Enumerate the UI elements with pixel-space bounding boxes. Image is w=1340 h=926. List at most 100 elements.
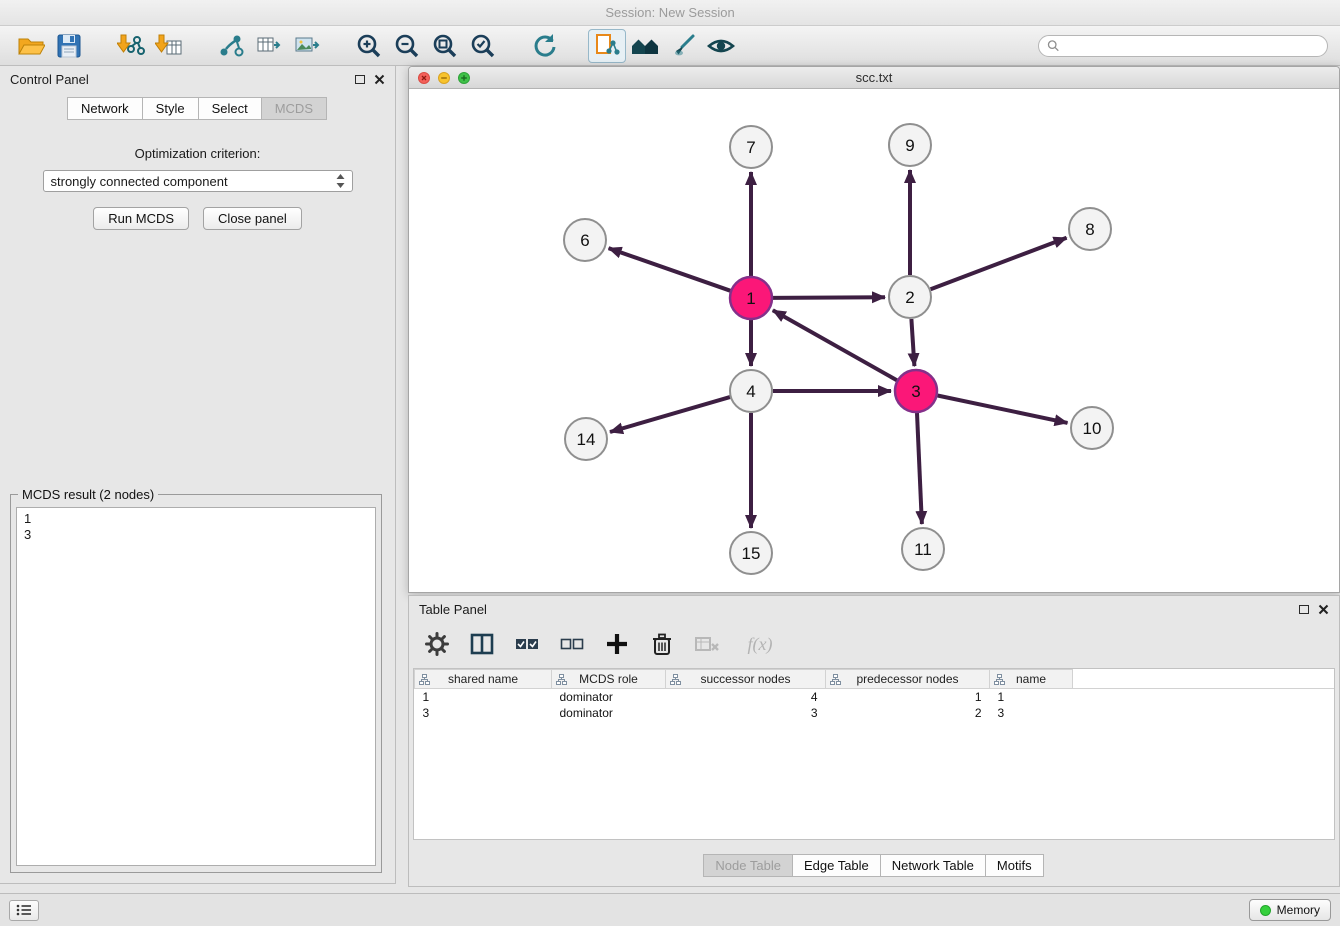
graph-node-6[interactable]: 6 xyxy=(564,219,606,261)
apply-function-button[interactable]: f(x) xyxy=(738,630,782,658)
column-header-predecessor-nodes[interactable]: predecessor nodes xyxy=(826,670,990,689)
table-panel-tab-node-table[interactable]: Node Table xyxy=(703,854,793,877)
import-table-button[interactable] xyxy=(150,29,188,63)
import-table-icon xyxy=(155,32,183,60)
open-session-button[interactable] xyxy=(12,29,50,63)
zoom-selected-button[interactable] xyxy=(464,29,502,63)
cell-name[interactable]: 1 xyxy=(990,689,1073,706)
sort-icon xyxy=(994,674,1005,685)
delete-table-button[interactable] xyxy=(693,630,721,658)
network-window-titlebar[interactable]: scc.txt xyxy=(409,67,1339,89)
import-network-icon xyxy=(117,32,145,60)
home-button[interactable] xyxy=(626,29,664,63)
control-panel-tab-style[interactable]: Style xyxy=(142,97,199,120)
graph-edge-2-3[interactable] xyxy=(911,319,914,366)
close-table-panel-icon[interactable] xyxy=(1318,604,1329,615)
network-graph[interactable]: 1 2 3 4 6 7 8 9 10 11 14 15 xyxy=(409,89,1339,592)
table-panel-header: Table Panel xyxy=(409,596,1339,622)
table-panel-tab-network-table[interactable]: Network Table xyxy=(880,854,986,877)
control-panel-header: Control Panel xyxy=(0,66,395,92)
task-history-button[interactable] xyxy=(9,900,39,921)
graph-edge-2-8[interactable] xyxy=(931,238,1067,289)
home-icon xyxy=(630,33,660,59)
graph-node-7[interactable]: 7 xyxy=(730,126,772,168)
cell-predecessor-nodes[interactable]: 1 xyxy=(826,689,990,706)
search-input[interactable] xyxy=(1064,38,1319,53)
mcds-result-list[interactable]: 13 xyxy=(16,507,376,866)
control-panel-tab-network[interactable]: Network xyxy=(67,97,143,120)
search-field[interactable] xyxy=(1038,35,1328,57)
export-image-button[interactable] xyxy=(288,29,326,63)
table-settings-button[interactable] xyxy=(423,630,451,658)
maximize-window-icon[interactable] xyxy=(458,72,470,84)
graph-edge-3-11[interactable] xyxy=(917,413,922,524)
mcds-result-box: MCDS result (2 nodes) 13 xyxy=(10,494,382,873)
mcds-result-value: 1 xyxy=(24,511,368,527)
cell-successor-nodes[interactable]: 3 xyxy=(666,705,826,721)
zoom-in-button[interactable] xyxy=(350,29,388,63)
network-canvas[interactable]: 1 2 3 4 6 7 8 9 10 11 14 15 xyxy=(409,89,1339,592)
graph-node-2[interactable]: 2 xyxy=(889,276,931,318)
column-header-successor-nodes[interactable]: successor nodes xyxy=(666,670,826,689)
table-row-1[interactable]: 1dominator411 xyxy=(415,689,1335,706)
graph-edge-1-6[interactable] xyxy=(609,248,731,291)
show-graphics-details-button[interactable] xyxy=(702,29,740,63)
graph-edge-1-2[interactable] xyxy=(773,297,885,298)
save-session-button[interactable] xyxy=(50,29,88,63)
column-header-shared-name[interactable]: shared name xyxy=(415,670,552,689)
export-table-button[interactable] xyxy=(250,29,288,63)
cell-MCDS-role[interactable]: dominator xyxy=(552,705,666,721)
column-header-MCDS-role[interactable]: MCDS role xyxy=(552,670,666,689)
graph-node-1[interactable]: 1 xyxy=(730,277,772,319)
control-panel-tab-mcds[interactable]: MCDS xyxy=(261,97,327,120)
graph-node-11[interactable]: 11 xyxy=(902,528,944,570)
import-network-button[interactable] xyxy=(112,29,150,63)
graph-edge-4-14[interactable] xyxy=(610,397,730,432)
graph-edge-3-10[interactable] xyxy=(938,396,1068,423)
cell-MCDS-role[interactable]: dominator xyxy=(552,689,666,706)
close-window-icon[interactable] xyxy=(418,72,430,84)
run-mcds-button[interactable]: Run MCDS xyxy=(93,207,189,230)
graph-node-15[interactable]: 15 xyxy=(730,532,772,574)
delete-row-button[interactable] xyxy=(648,630,676,658)
criterion-dropdown[interactable]: strongly connected component xyxy=(43,170,353,192)
graph-node-9[interactable]: 9 xyxy=(889,124,931,166)
float-panel-icon[interactable] xyxy=(355,75,365,84)
show-columns-button[interactable] xyxy=(468,630,496,658)
memory-button[interactable]: Memory xyxy=(1249,899,1331,921)
table-panel-tab-edge-table[interactable]: Edge Table xyxy=(792,854,881,877)
graph-node-8[interactable]: 8 xyxy=(1069,208,1111,250)
select-all-button[interactable] xyxy=(513,630,541,658)
cell-shared-name[interactable]: 1 xyxy=(415,689,552,706)
table-panel-tab-motifs[interactable]: Motifs xyxy=(985,854,1044,877)
cell-successor-nodes[interactable]: 4 xyxy=(666,689,826,706)
deselect-all-button[interactable] xyxy=(558,630,586,658)
graph-node-10[interactable]: 10 xyxy=(1071,407,1113,449)
graph-node-3[interactable]: 3 xyxy=(895,370,937,412)
node-table: shared nameMCDS rolesuccessor nodesprede… xyxy=(413,668,1335,840)
graph-edge-3-1[interactable] xyxy=(773,310,897,380)
minimize-window-icon[interactable] xyxy=(438,72,450,84)
add-row-button[interactable] xyxy=(603,630,631,658)
float-table-panel-icon[interactable] xyxy=(1299,605,1309,614)
column-header-name[interactable]: name xyxy=(990,670,1073,689)
sort-icon xyxy=(830,674,841,685)
zoom-fit-button[interactable] xyxy=(426,29,464,63)
cell-predecessor-nodes[interactable]: 2 xyxy=(826,705,990,721)
network-view-window: scc.txt 1 2 3 4 6 7 8 9 10 11 14 15 xyxy=(408,66,1340,593)
zoom-out-button[interactable] xyxy=(388,29,426,63)
graph-node-14[interactable]: 14 xyxy=(565,418,607,460)
apply-style-button[interactable] xyxy=(664,29,702,63)
cell-shared-name[interactable]: 3 xyxy=(415,705,552,721)
close-panel-button[interactable]: Close panel xyxy=(203,207,302,230)
duplicate-network-button[interactable] xyxy=(588,29,626,63)
sort-icon xyxy=(419,674,430,685)
refresh-view-button[interactable] xyxy=(526,29,564,63)
table-row-2[interactable]: 3dominator323 xyxy=(415,705,1335,721)
graph-node-4[interactable]: 4 xyxy=(730,370,772,412)
export-network-button[interactable] xyxy=(212,29,250,63)
cell-name[interactable]: 3 xyxy=(990,705,1073,721)
close-panel-icon[interactable] xyxy=(374,74,385,85)
control-panel-tab-select[interactable]: Select xyxy=(198,97,262,120)
graph-node-label: 3 xyxy=(911,382,920,401)
